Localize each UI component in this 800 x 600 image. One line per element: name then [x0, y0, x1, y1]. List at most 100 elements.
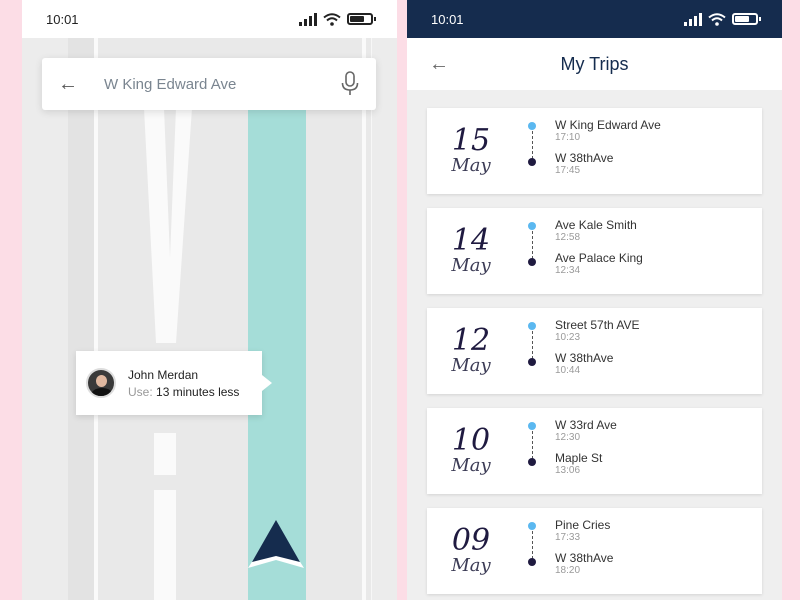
- trip-month: May: [451, 355, 491, 376]
- trip-month: May: [451, 255, 491, 276]
- search-bar[interactable]: ← W King Edward Ave: [42, 58, 376, 110]
- trip-origin-time: 17:10: [555, 132, 581, 143]
- start-dot-icon: [528, 522, 536, 530]
- road-edge-right: [362, 38, 366, 600]
- trip-day: 14: [451, 223, 491, 258]
- trip-card[interactable]: 10 May W 33rd Ave 12:30 Maple St 13:06: [427, 408, 762, 494]
- trip-month: May: [451, 455, 491, 476]
- trip-card[interactable]: 12 May Street 57th AVE 10:23 W 38thAve 1…: [427, 308, 762, 394]
- trip-destination-time: 18:20: [555, 565, 581, 576]
- start-dot-icon: [528, 422, 536, 430]
- start-dot-icon: [528, 322, 536, 330]
- trip-origin: Street 57th AVE: [555, 318, 640, 332]
- route-timeline: [527, 522, 537, 566]
- trip-destination-time: 13:06: [555, 465, 581, 476]
- trip-destination: Maple St: [555, 451, 603, 465]
- driver-eta: Use: 13 minutes less: [128, 385, 239, 399]
- route-timeline: [527, 122, 537, 166]
- dashed-connector: [531, 231, 533, 259]
- trips-screen: 10:01 ← My Trips 15 May W King Edward Av…: [407, 0, 782, 600]
- trip-date: 14 May: [427, 226, 515, 276]
- trip-date: 15 May: [427, 126, 515, 176]
- trip-day: 10: [451, 423, 491, 458]
- end-dot-icon: [528, 158, 536, 166]
- trip-origin: Pine Cries: [555, 518, 611, 532]
- status-icons: [684, 12, 761, 26]
- wifi-icon: [708, 12, 726, 26]
- status-bar: 10:01: [22, 0, 397, 38]
- start-dot-icon: [528, 222, 536, 230]
- dashed-connector: [531, 431, 533, 459]
- avatar: [86, 368, 116, 398]
- page-title: My Trips: [560, 53, 629, 74]
- trip-destination-time: 10:44: [555, 365, 581, 376]
- trip-stops: W 33rd Ave 12:30 Maple St 13:06: [555, 418, 617, 484]
- trip-destination: W 38thAve: [555, 551, 614, 565]
- signal-icon: [684, 12, 702, 26]
- battery-icon: [347, 13, 376, 25]
- trip-date: 10 May: [427, 426, 515, 476]
- status-bar: 10:01: [407, 0, 782, 38]
- dashed-connector: [531, 531, 533, 559]
- map-screen: 10:01 ← W King Edward Ave John Merdan Us…: [22, 0, 397, 600]
- trip-origin: W 33rd Ave: [555, 418, 617, 432]
- map-view[interactable]: [22, 38, 397, 600]
- trip-month: May: [451, 155, 491, 176]
- trip-day: 09: [451, 523, 491, 558]
- trip-stops: Pine Cries 17:33 W 38thAve 18:20: [555, 518, 613, 584]
- side-road: [68, 38, 96, 600]
- trip-destination-time: 12:34: [555, 265, 581, 276]
- main-road: [97, 38, 372, 600]
- trip-month: May: [451, 555, 491, 576]
- trip-origin-time: 10:23: [555, 332, 581, 343]
- driver-name: John Merdan: [128, 367, 199, 382]
- end-dot-icon: [528, 558, 536, 566]
- trip-destination: W 38thAve: [555, 151, 614, 165]
- end-dot-icon: [528, 458, 536, 466]
- trip-origin-time: 17:33: [555, 532, 581, 543]
- use-label: Use:: [128, 384, 153, 399]
- trip-stops: Street 57th AVE 10:23 W 38thAve 10:44: [555, 318, 640, 384]
- trip-day: 15: [451, 123, 491, 158]
- driver-tooltip[interactable]: John Merdan Use: 13 minutes less: [76, 351, 272, 415]
- trip-stops: W King Edward Ave 17:10 W 38thAve 17:45: [555, 118, 661, 184]
- route-timeline: [527, 322, 537, 366]
- trip-card[interactable]: 14 May Ave Kale Smith 12:58 Ave Palace K…: [427, 208, 762, 294]
- trip-origin: W King Edward Ave: [555, 118, 661, 132]
- lane-marking: [154, 490, 176, 600]
- wifi-icon: [323, 12, 341, 26]
- signal-icon: [299, 12, 317, 26]
- trip-stops: Ave Kale Smith 12:58 Ave Palace King 12:…: [555, 218, 643, 284]
- trip-destination-time: 17:45: [555, 165, 581, 176]
- start-dot-icon: [528, 122, 536, 130]
- trip-destination: Ave Palace King: [555, 251, 643, 265]
- lane-marking: [154, 433, 176, 475]
- trip-destination: W 38thAve: [555, 351, 614, 365]
- trip-origin-time: 12:30: [555, 432, 581, 443]
- back-arrow-icon[interactable]: ←: [58, 73, 80, 96]
- trip-origin-time: 12:58: [555, 232, 581, 243]
- status-time: 10:01: [46, 11, 79, 27]
- trip-date: 12 May: [427, 326, 515, 376]
- status-time: 10:01: [431, 11, 464, 27]
- end-dot-icon: [528, 258, 536, 266]
- trip-origin: Ave Kale Smith: [555, 218, 637, 232]
- microphone-icon[interactable]: [340, 71, 360, 97]
- trip-card[interactable]: 15 May W King Edward Ave 17:10 W 38thAve…: [427, 108, 762, 194]
- route-timeline: [527, 222, 537, 266]
- end-dot-icon: [528, 358, 536, 366]
- use-value: 13 minutes less: [156, 384, 240, 399]
- page-header: ← My Trips: [407, 38, 782, 90]
- trip-day: 12: [451, 323, 491, 358]
- route-timeline: [527, 422, 537, 466]
- battery-icon: [732, 13, 761, 25]
- dashed-connector: [531, 131, 533, 159]
- search-input[interactable]: W King Edward Ave: [104, 76, 340, 93]
- back-arrow-icon[interactable]: ←: [429, 53, 449, 76]
- trip-card[interactable]: 09 May Pine Cries 17:33 W 38thAve 18:20: [427, 508, 762, 594]
- navigation-arrow-icon: [248, 520, 304, 568]
- status-icons: [299, 12, 376, 26]
- road-edge-left: [94, 38, 98, 600]
- trip-list: 15 May W King Edward Ave 17:10 W 38thAve…: [407, 90, 782, 594]
- road-fork: [144, 108, 192, 343]
